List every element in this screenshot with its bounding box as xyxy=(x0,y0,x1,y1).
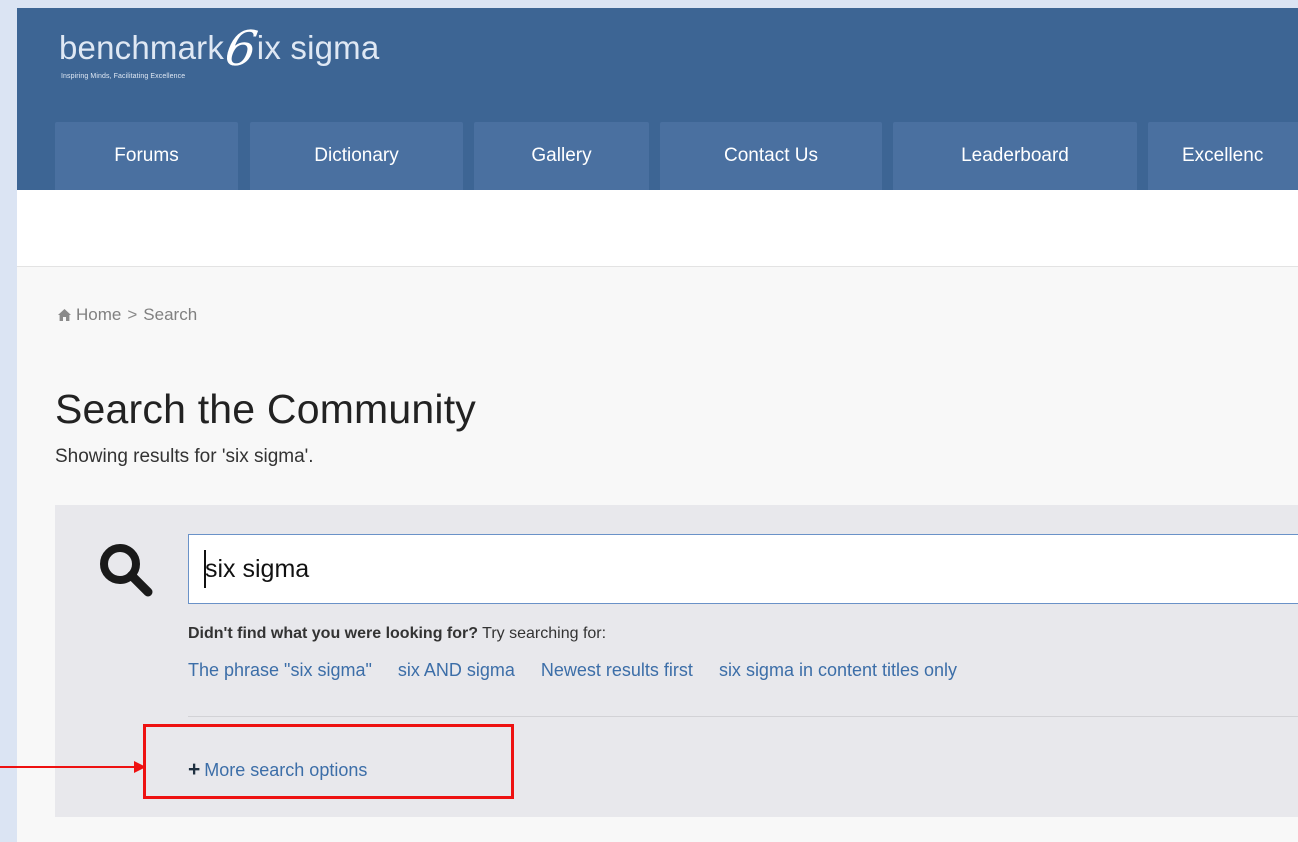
site-header: benchmark6ix sigma Inspiring Minds, Faci… xyxy=(17,8,1298,190)
main-nav: Forums Dictionary Gallery Contact Us Lea… xyxy=(55,122,1298,190)
home-icon[interactable] xyxy=(57,307,72,327)
suggestion-newest-first[interactable]: Newest results first xyxy=(541,660,693,680)
site-logo[interactable]: benchmark6ix sigma Inspiring Minds, Faci… xyxy=(59,21,539,98)
page-title: Search the Community xyxy=(55,386,477,432)
logo-tagline: Inspiring Minds, Facilitating Excellence xyxy=(61,73,186,80)
results-summary: Showing results for 'six sigma'. xyxy=(55,446,314,467)
nav-item-gallery[interactable]: Gallery xyxy=(474,122,649,190)
nav-item-excellence[interactable]: Excellenc xyxy=(1148,122,1298,190)
text-cursor xyxy=(204,550,206,588)
logo-six-glyph: 6 xyxy=(221,21,262,77)
nav-item-forums[interactable]: Forums xyxy=(55,122,238,190)
suggestion-phrase[interactable]: The phrase "six sigma" xyxy=(188,660,372,680)
breadcrumb-current: Search xyxy=(143,305,198,324)
nav-item-dictionary[interactable]: Dictionary xyxy=(250,122,463,190)
breadcrumb-separator: > xyxy=(127,305,138,324)
logo-wordmark: benchmark6ix sigma xyxy=(59,21,380,77)
search-suggestions: The phrase "six sigma" six AND sigma Newes… xyxy=(188,660,983,681)
suggestion-titles-only[interactable]: six sigma in content titles only xyxy=(719,660,957,680)
breadcrumb: Home > Search xyxy=(57,305,197,327)
suggestion-and[interactable]: six AND sigma xyxy=(398,660,515,680)
divider xyxy=(188,716,1298,717)
sub-header-bar xyxy=(17,190,1298,267)
search-input[interactable] xyxy=(188,534,1298,604)
annotation-highlight-box xyxy=(143,724,514,799)
search-help-text: Didn't find what you were looking for? T… xyxy=(188,625,606,643)
page: benchmark6ix sigma Inspiring Minds, Faci… xyxy=(17,8,1298,842)
search-icon xyxy=(97,541,155,599)
search-help-bold: Didn't find what you were looking for? xyxy=(188,625,479,642)
search-help-rest: Try searching for: xyxy=(478,625,607,642)
breadcrumb-home[interactable]: Home xyxy=(76,305,121,324)
nav-item-contact-us[interactable]: Contact Us xyxy=(660,122,882,190)
nav-item-leaderboard[interactable]: Leaderboard xyxy=(893,122,1137,190)
annotation-arrow-icon xyxy=(0,761,146,773)
